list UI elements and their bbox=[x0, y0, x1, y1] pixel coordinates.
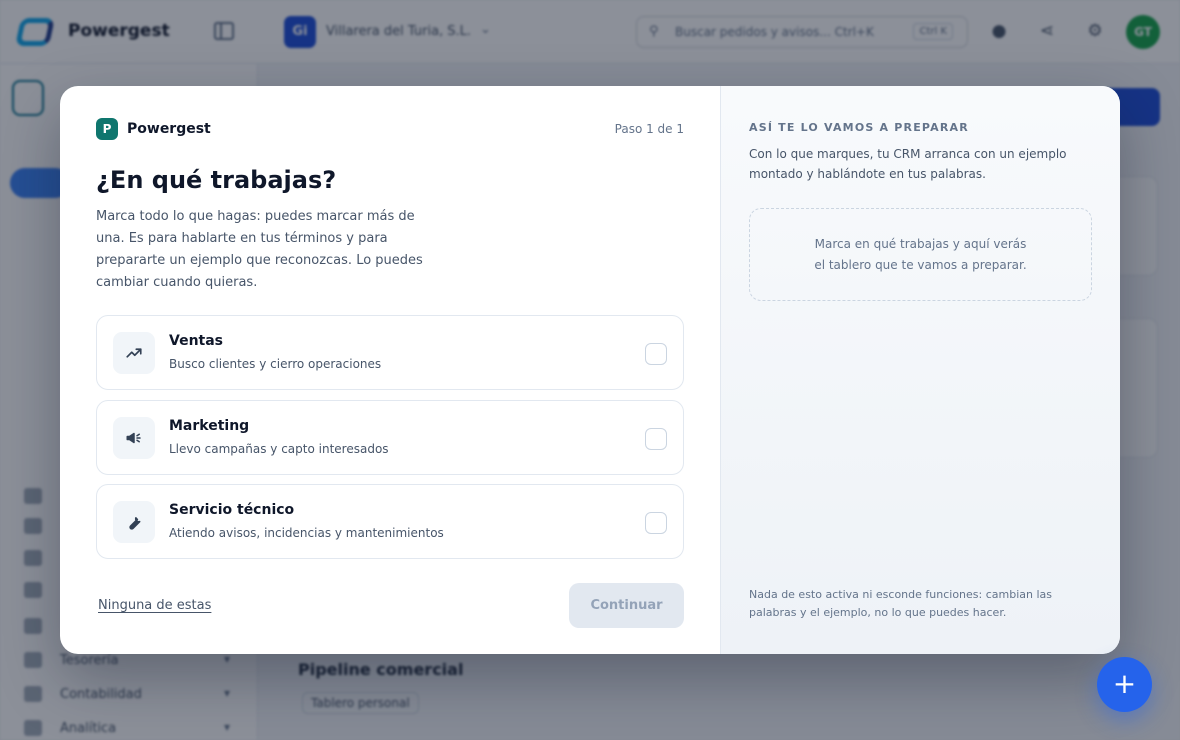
option-description: Llevo campañas y capto interesados bbox=[169, 442, 389, 456]
preview-empty-state: Marca en qué trabajas y aquí verás el tab… bbox=[749, 208, 1092, 301]
onboarding-modal: P Powergest Paso 1 de 1 ¿En qué trabajas… bbox=[60, 86, 1120, 654]
continue-button[interactable]: Continuar bbox=[569, 583, 684, 628]
wrench-icon bbox=[113, 501, 155, 543]
modal-brand: Powergest bbox=[127, 121, 211, 137]
option-description: Busco clientes y cierro operaciones bbox=[169, 357, 382, 371]
option-description: Atiendo avisos, incidencias y mantenimie… bbox=[169, 526, 444, 540]
step-indicator: Paso 1 de 1 bbox=[614, 122, 684, 136]
option-title: Marketing bbox=[169, 418, 250, 434]
none-of-these-link[interactable]: Ninguna de estas bbox=[98, 598, 211, 613]
preview-panel: ASÍ TE LO VAMOS A PREPARAR Con lo que ma… bbox=[720, 86, 1120, 654]
add-fab-button[interactable]: + bbox=[1097, 657, 1152, 712]
preview-empty-text: Marca en qué trabajas y aquí verás el tab… bbox=[801, 234, 1041, 276]
option-checkbox[interactable] bbox=[645, 428, 667, 450]
preview-footnote: Nada de esto activa ni esconde funciones… bbox=[749, 588, 1052, 619]
preview-kicker: ASÍ TE LO VAMOS A PREPARAR bbox=[749, 121, 969, 134]
option-title: Servicio técnico bbox=[169, 502, 295, 518]
modal-subtitle: Marca todo lo que hagas: puedes marcar m… bbox=[96, 209, 423, 290]
modal-form-panel: P Powergest Paso 1 de 1 ¿En qué trabajas… bbox=[60, 86, 720, 654]
trending-up-icon bbox=[113, 332, 155, 374]
option-checkbox[interactable] bbox=[645, 343, 667, 365]
powergest-logo-icon: P bbox=[96, 118, 118, 140]
option-marketing[interactable]: Marketing Llevo campañas y capto interes… bbox=[96, 400, 684, 475]
option-checkbox[interactable] bbox=[645, 512, 667, 534]
option-title: Ventas bbox=[169, 333, 224, 349]
preview-description: Con lo que marques, tu CRM arranca con u… bbox=[749, 147, 1067, 181]
preview-empty-line: el tablero que te vamos a preparar. bbox=[814, 257, 1027, 272]
modal-title: ¿En qué trabajas? bbox=[96, 166, 337, 194]
preview-empty-line: Marca en qué trabajas y aquí verás bbox=[814, 236, 1027, 251]
megaphone-icon bbox=[113, 417, 155, 459]
option-servicio-tecnico[interactable]: Servicio técnico Atiendo avisos, inciden… bbox=[96, 484, 684, 559]
option-ventas[interactable]: Ventas Busco clientes y cierro operacion… bbox=[96, 315, 684, 390]
